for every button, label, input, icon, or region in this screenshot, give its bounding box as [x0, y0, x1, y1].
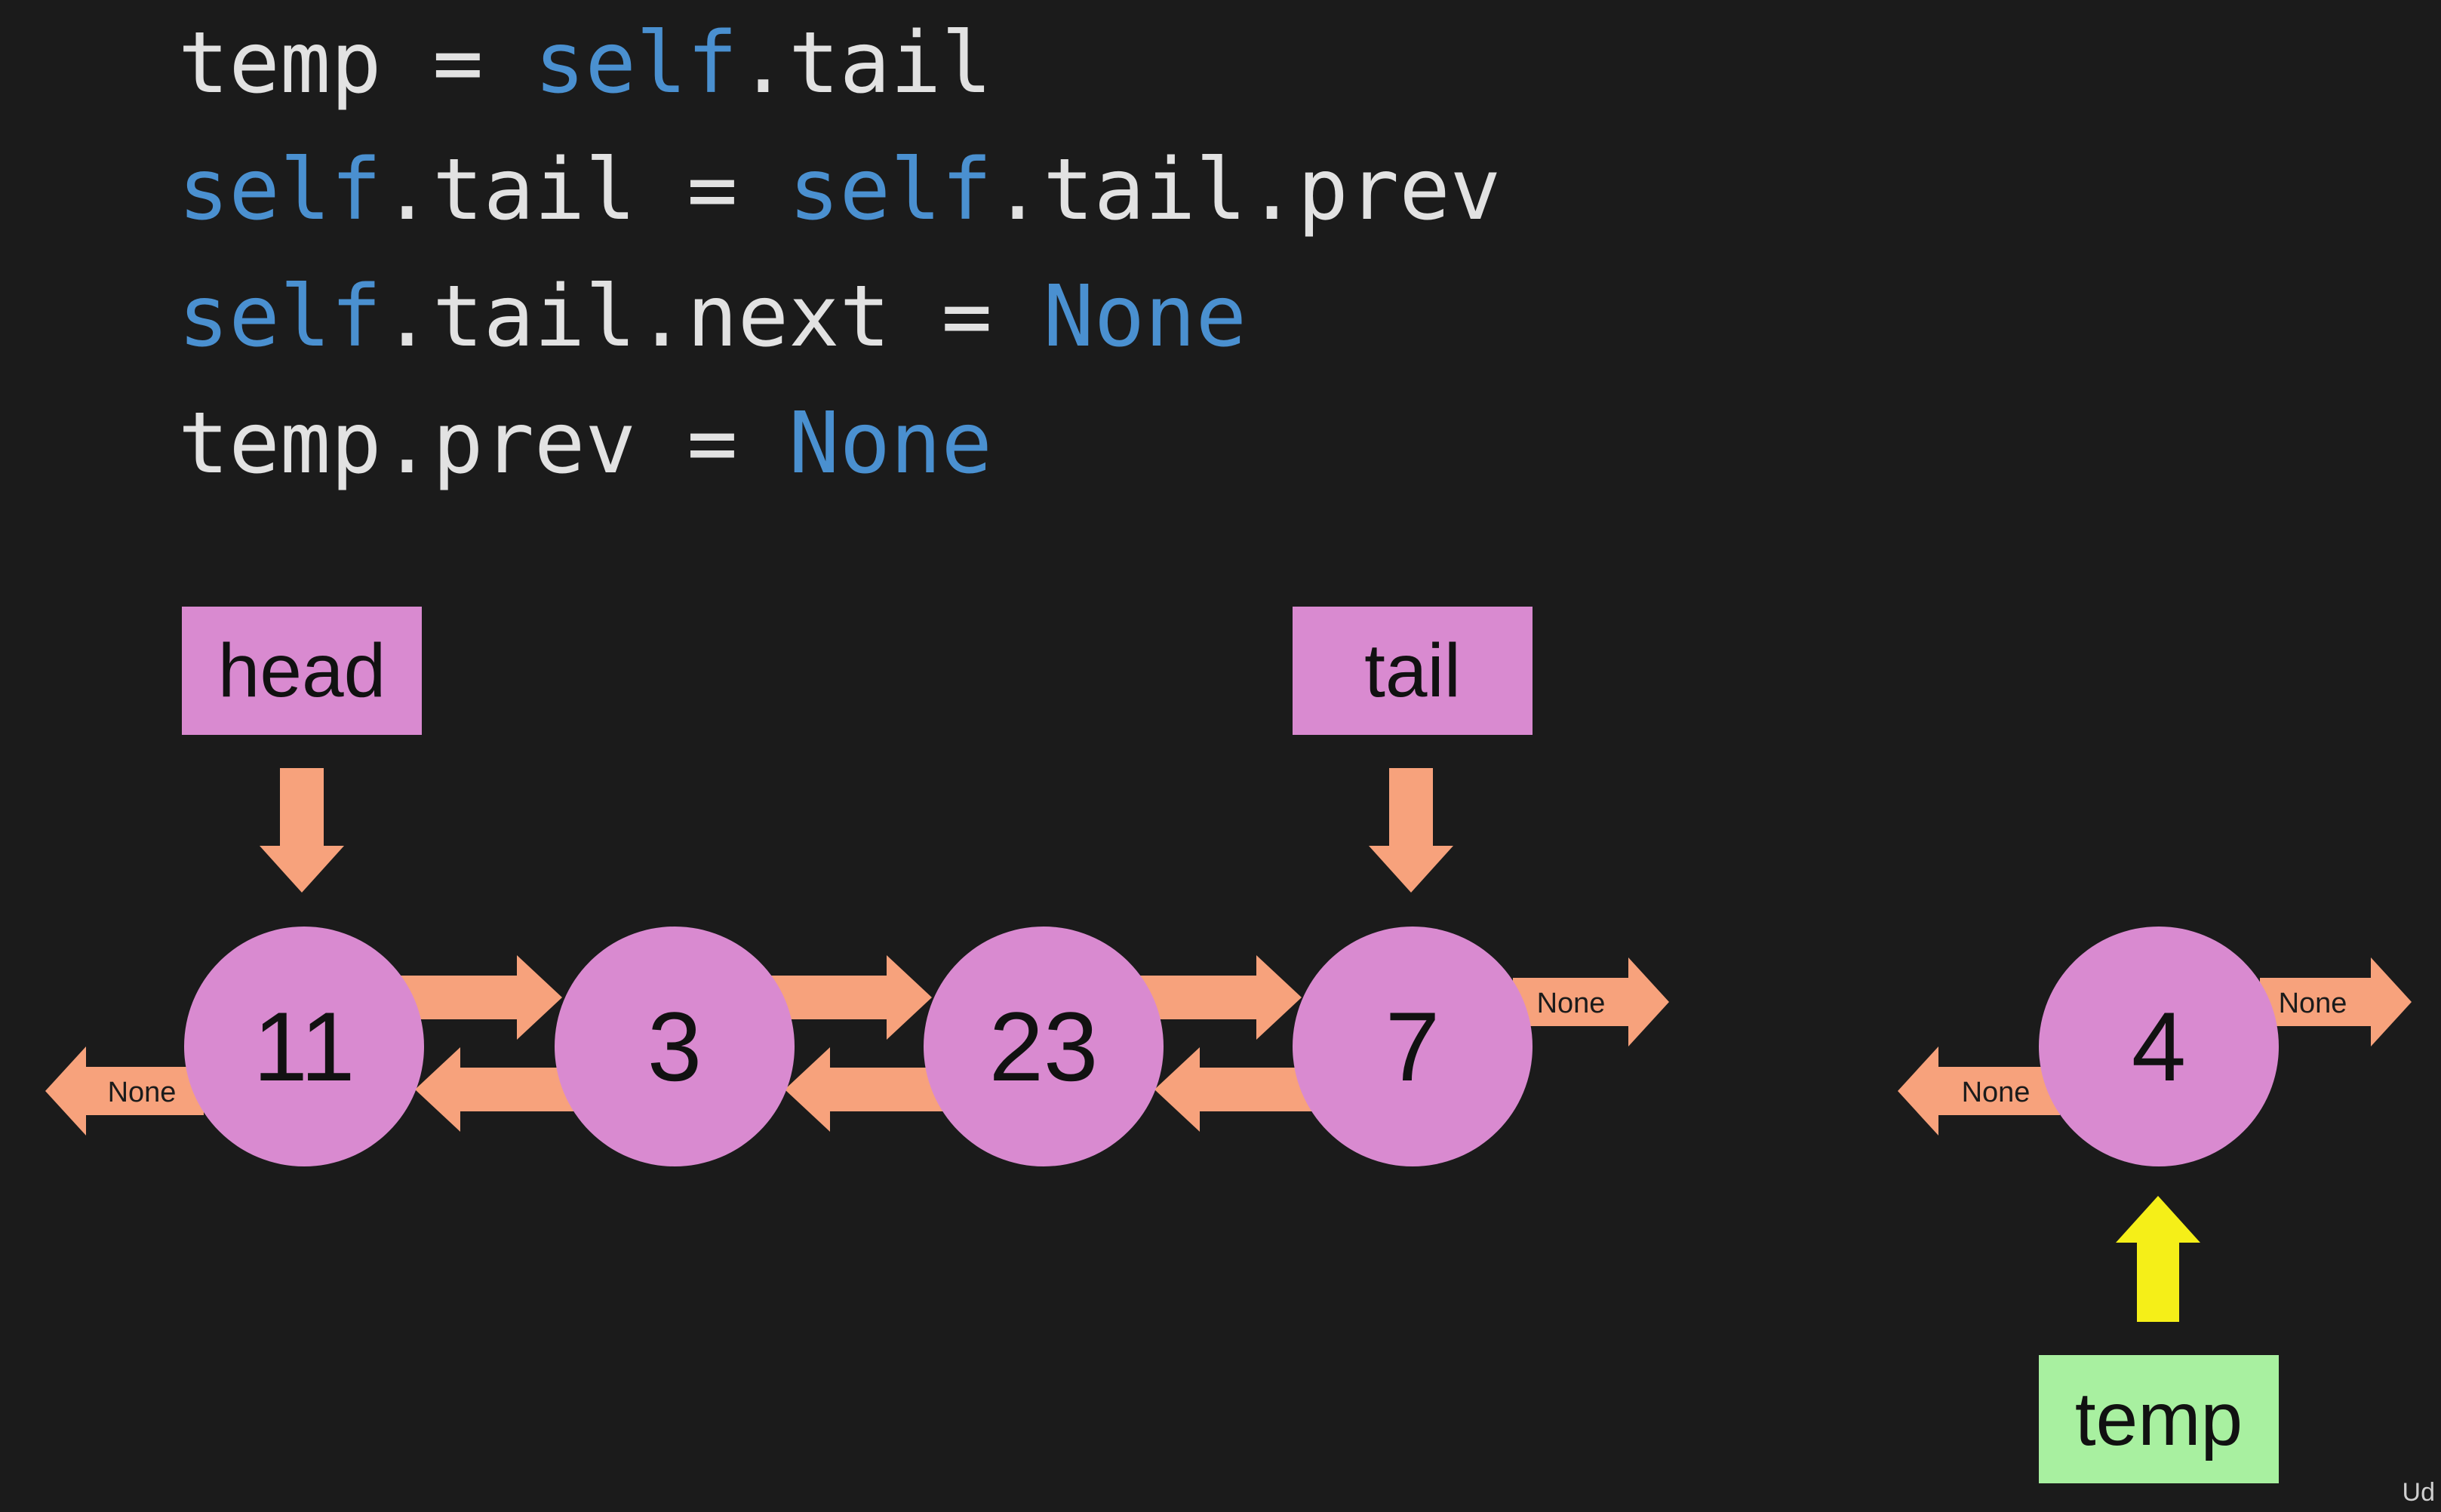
head-prev-none-label: None: [108, 1077, 177, 1108]
doubly-linked-list-diagram: None None None None: [45, 768, 2412, 1322]
list-node-23: 23: [924, 927, 1164, 1166]
list-node-7: 7: [1293, 927, 1533, 1166]
head-pointer-arrow: [260, 768, 344, 893]
temp-next-none-label: None: [2279, 988, 2347, 1019]
tail-pointer-arrow: [1369, 768, 1453, 893]
prev-arrow-1: [415, 1047, 573, 1132]
head-label: head: [182, 607, 422, 735]
list-node-11: 11: [184, 927, 424, 1166]
temp-label: temp: [2039, 1355, 2279, 1483]
watermark: Ud: [2402, 1478, 2435, 1507]
tail-next-none-label: None: [1537, 988, 1606, 1019]
next-arrow-2: [770, 955, 932, 1040]
detached-node-4: 4: [2039, 927, 2279, 1166]
prev-arrow-3: [1154, 1047, 1313, 1132]
temp-prev-none-label: None: [1962, 1077, 2031, 1108]
tail-label: tail: [1293, 607, 1533, 735]
next-arrow-1: [400, 955, 562, 1040]
next-arrow-3: [1139, 955, 1302, 1040]
prev-arrow-2: [785, 1047, 943, 1132]
list-node-3: 3: [555, 927, 795, 1166]
temp-pointer-arrow: [2116, 1196, 2200, 1322]
